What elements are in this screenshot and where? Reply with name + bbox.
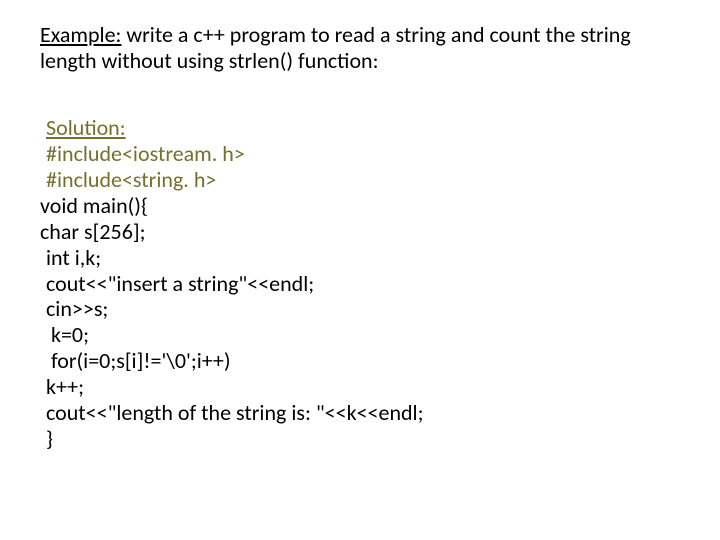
solution-label: Solution:: [46, 114, 126, 141]
code-line: }: [40, 426, 684, 452]
code-line: cout<<"insert a string"<<endl;: [40, 271, 684, 297]
code-line: k=0;: [40, 322, 684, 348]
code-line: for(i=0;s[i]!='\0';i++): [40, 348, 684, 374]
code-line: char s[256];: [40, 219, 684, 245]
code-line: cout<<"length of the string is: "<<k<<en…: [40, 400, 684, 426]
solution-block: Solution: #include<iostream. h> #include…: [40, 115, 684, 452]
slide: Example: write a c++ program to read a s…: [0, 0, 720, 540]
code-line: void main(){: [40, 193, 684, 219]
code-line: k++;: [40, 374, 684, 400]
example-block: Example: write a c++ program to read a s…: [40, 22, 684, 75]
code-line: #include<string. h>: [40, 167, 684, 193]
example-label: Example:: [40, 21, 121, 48]
code-line: #include<iostream. h>: [40, 141, 684, 167]
example-text: write a c++ program to read a string and…: [40, 21, 631, 74]
code-line: int i,k;: [40, 245, 684, 271]
code-line: cin>>s;: [40, 296, 684, 322]
